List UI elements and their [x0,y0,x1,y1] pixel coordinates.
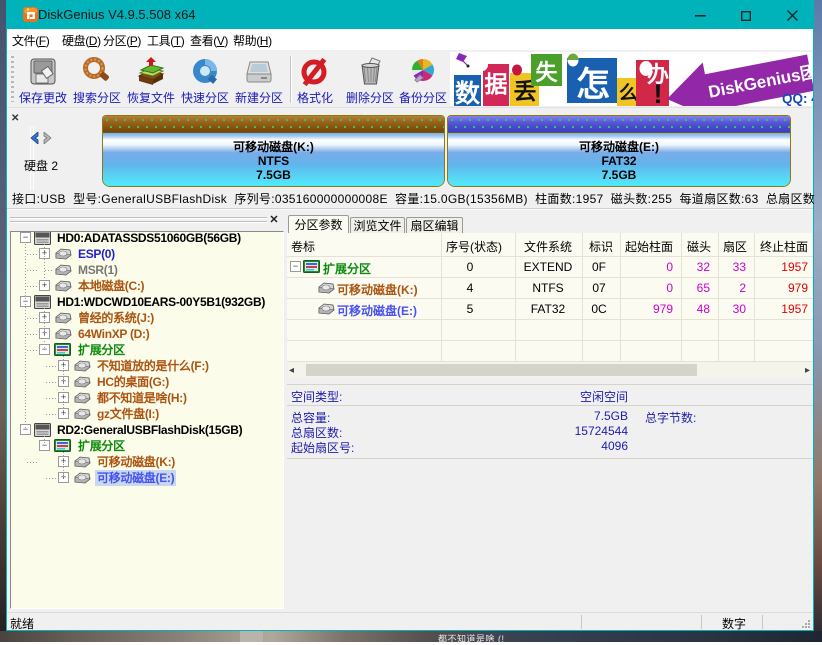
svg-text:数: 数 [455,80,481,106]
svg-text:!: ! [654,79,663,106]
svg-text:据: 据 [485,72,508,97]
svg-text:怎: 怎 [576,66,610,104]
svg-text:失: 失 [535,60,558,85]
svg-text:么: 么 [619,82,638,104]
svg-text:QQ: 4: QQ: 4 [782,91,813,106]
